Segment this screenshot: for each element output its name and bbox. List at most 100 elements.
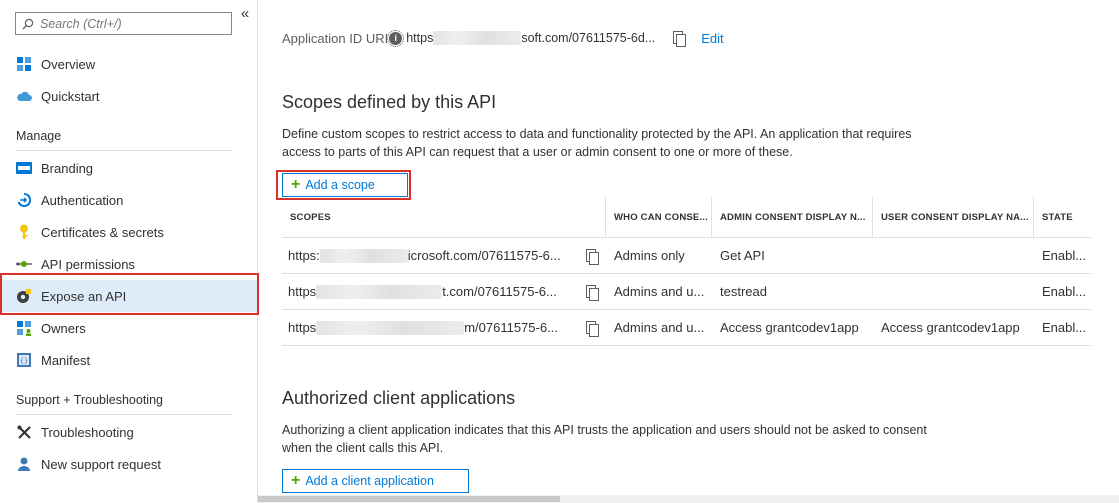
sidebar-item-troubleshooting[interactable]: Troubleshooting bbox=[0, 416, 257, 448]
app-id-value-suffix: soft.com/07611575-6d... bbox=[521, 31, 656, 45]
divider bbox=[16, 414, 232, 415]
app-id-label: Application ID URI bbox=[282, 30, 389, 46]
branding-icon bbox=[16, 160, 32, 176]
sidebar-item-certificates-secrets[interactable]: Certificates & secrets bbox=[0, 216, 257, 248]
column-header-who-can-consent[interactable]: WHO CAN CONSE... bbox=[606, 197, 712, 237]
scope-uri-cell: https t.com/07611575-6... bbox=[282, 274, 606, 309]
authorized-clients-title: Authorized client applications bbox=[282, 388, 516, 408]
table-row[interactable]: https m/07611575-6... Admins and u... Ac… bbox=[282, 310, 1091, 346]
authentication-icon bbox=[16, 192, 32, 208]
manifest-icon: {} bbox=[16, 352, 32, 368]
svg-text:{}: {} bbox=[20, 357, 28, 365]
copy-icon[interactable] bbox=[586, 248, 599, 265]
sidebar-item-label: Overview bbox=[41, 56, 96, 72]
collapse-sidebar-icon[interactable]: « bbox=[238, 5, 252, 22]
table-header-row: SCOPES WHO CAN CONSE... ADMIN CONSENT DI… bbox=[282, 197, 1091, 238]
add-client-application-button[interactable]: + Add a client application bbox=[282, 469, 469, 493]
sidebar-item-label: API permissions bbox=[41, 256, 135, 272]
api-permissions-icon bbox=[16, 256, 32, 272]
scope-uri-prefix: https: bbox=[288, 248, 320, 263]
search-placeholder: Search (Ctrl+/) bbox=[40, 16, 122, 31]
state-cell: Enabl... bbox=[1042, 284, 1087, 299]
tools-icon bbox=[16, 424, 32, 440]
add-scope-button[interactable]: + Add a scope bbox=[282, 173, 408, 197]
sidebar-item-label: Expose an API bbox=[41, 288, 127, 304]
owners-icon bbox=[16, 320, 32, 336]
sidebar-item-label: Troubleshooting bbox=[41, 424, 134, 440]
horizontal-scrollbar[interactable] bbox=[258, 495, 1119, 503]
authorized-clients-description: Authorizing a client application indicat… bbox=[282, 423, 927, 455]
expose-api-icon bbox=[16, 288, 32, 304]
sidebar-item-label: Owners bbox=[41, 320, 86, 336]
user-consent-display-cell: Access grantcodev1app bbox=[881, 320, 1020, 335]
scopes-table: SCOPES WHO CAN CONSE... ADMIN CONSENT DI… bbox=[282, 197, 1091, 346]
copy-icon[interactable] bbox=[586, 320, 599, 337]
sidebar-item-expose-an-api[interactable]: Expose an API bbox=[0, 280, 257, 312]
add-client-application-label: Add a client application bbox=[305, 474, 434, 488]
sidebar-item-new-support-request[interactable]: New support request bbox=[0, 448, 257, 480]
admin-consent-display-cell: testread bbox=[720, 284, 767, 299]
who-can-consent-cell: Admins and u... bbox=[614, 284, 705, 299]
scope-uri-suffix: t.com/07611575-6... bbox=[442, 284, 557, 299]
cloud-icon bbox=[16, 88, 32, 104]
column-header-user-consent-display[interactable]: USER CONSENT DISPLAY NA... bbox=[873, 197, 1034, 237]
sidebar-item-overview[interactable]: Overview bbox=[0, 48, 257, 80]
scopes-description: Define custom scopes to restrict access … bbox=[282, 127, 912, 159]
main-content: Application ID URI i https soft.com/0761… bbox=[258, 0, 1119, 503]
state-cell: Enabl... bbox=[1042, 320, 1087, 335]
sidebar-item-quickstart[interactable]: Quickstart bbox=[0, 80, 257, 112]
sidebar-item-label: Authentication bbox=[41, 192, 124, 208]
search-input[interactable]: Search (Ctrl+/) bbox=[15, 12, 232, 35]
user-consent-display-cell bbox=[873, 238, 1034, 273]
info-icon[interactable]: i bbox=[387, 29, 405, 47]
admin-consent-display-cell: Get API bbox=[720, 248, 765, 263]
redacted-text bbox=[316, 284, 443, 299]
admin-consent-display-cell: Access grantcodev1app bbox=[720, 320, 859, 335]
overview-grid-icon bbox=[16, 56, 32, 72]
manage-section-header: Manage bbox=[16, 129, 62, 143]
sidebar-item-branding[interactable]: Branding bbox=[0, 152, 257, 184]
column-header-scopes[interactable]: SCOPES bbox=[282, 197, 606, 237]
support-person-icon bbox=[16, 456, 32, 472]
scopes-title: Scopes defined by this API bbox=[282, 92, 497, 112]
app-id-value-prefix: https bbox=[406, 31, 434, 45]
redacted-text bbox=[319, 248, 408, 263]
sidebar-item-owners[interactable]: Owners bbox=[0, 312, 257, 344]
sidebar-item-label: Quickstart bbox=[41, 88, 100, 104]
table-row[interactable]: https: icrosoft.com/07611575-6... Admins… bbox=[282, 238, 1091, 274]
scope-uri-suffix: icrosoft.com/07611575-6... bbox=[407, 248, 561, 263]
scope-uri-cell: https: icrosoft.com/07611575-6... bbox=[282, 238, 606, 273]
sidebar-item-manifest[interactable]: {} Manifest bbox=[0, 344, 257, 376]
scope-uri-prefix: https bbox=[288, 284, 317, 299]
who-can-consent-cell: Admins and u... bbox=[614, 320, 705, 335]
copy-icon[interactable] bbox=[673, 31, 687, 47]
who-can-consent-cell: Admins only bbox=[614, 248, 685, 263]
column-header-state[interactable]: STATE bbox=[1034, 197, 1091, 237]
state-cell: Enabl... bbox=[1042, 248, 1087, 263]
sidebar-item-label: Branding bbox=[41, 160, 94, 176]
application-id-uri: Application ID URI i https soft.com/0761… bbox=[282, 28, 724, 48]
support-section-header: Support + Troubleshooting bbox=[16, 393, 163, 407]
sidebar-item-authentication[interactable]: Authentication bbox=[0, 184, 257, 216]
plus-icon: + bbox=[291, 176, 301, 193]
table-row[interactable]: https t.com/07611575-6... Admins and u..… bbox=[282, 274, 1091, 310]
add-scope-label: Add a scope bbox=[305, 178, 375, 192]
search-icon bbox=[22, 18, 34, 29]
sidebar-item-api-permissions[interactable]: API permissions bbox=[0, 248, 257, 280]
copy-icon[interactable] bbox=[586, 284, 599, 301]
divider bbox=[16, 150, 232, 151]
column-header-admin-consent-display[interactable]: ADMIN CONSENT DISPLAY N... bbox=[712, 197, 873, 237]
redacted-text bbox=[433, 31, 522, 45]
key-icon bbox=[16, 224, 32, 240]
scope-uri-cell: https m/07611575-6... bbox=[282, 310, 606, 345]
scrollbar-thumb[interactable] bbox=[258, 496, 560, 502]
sidebar: Search (Ctrl+/) « Overview Quickstart Ma… bbox=[0, 0, 258, 503]
edit-link[interactable]: Edit bbox=[701, 31, 723, 46]
sidebar-item-label: New support request bbox=[41, 456, 161, 472]
sidebar-item-label: Manifest bbox=[41, 352, 91, 368]
scope-uri-prefix: https bbox=[288, 320, 317, 335]
redacted-text bbox=[316, 320, 465, 335]
plus-icon: + bbox=[291, 472, 301, 489]
scope-uri-suffix: m/07611575-6... bbox=[464, 320, 558, 335]
sidebar-item-label: Certificates & secrets bbox=[41, 224, 164, 240]
